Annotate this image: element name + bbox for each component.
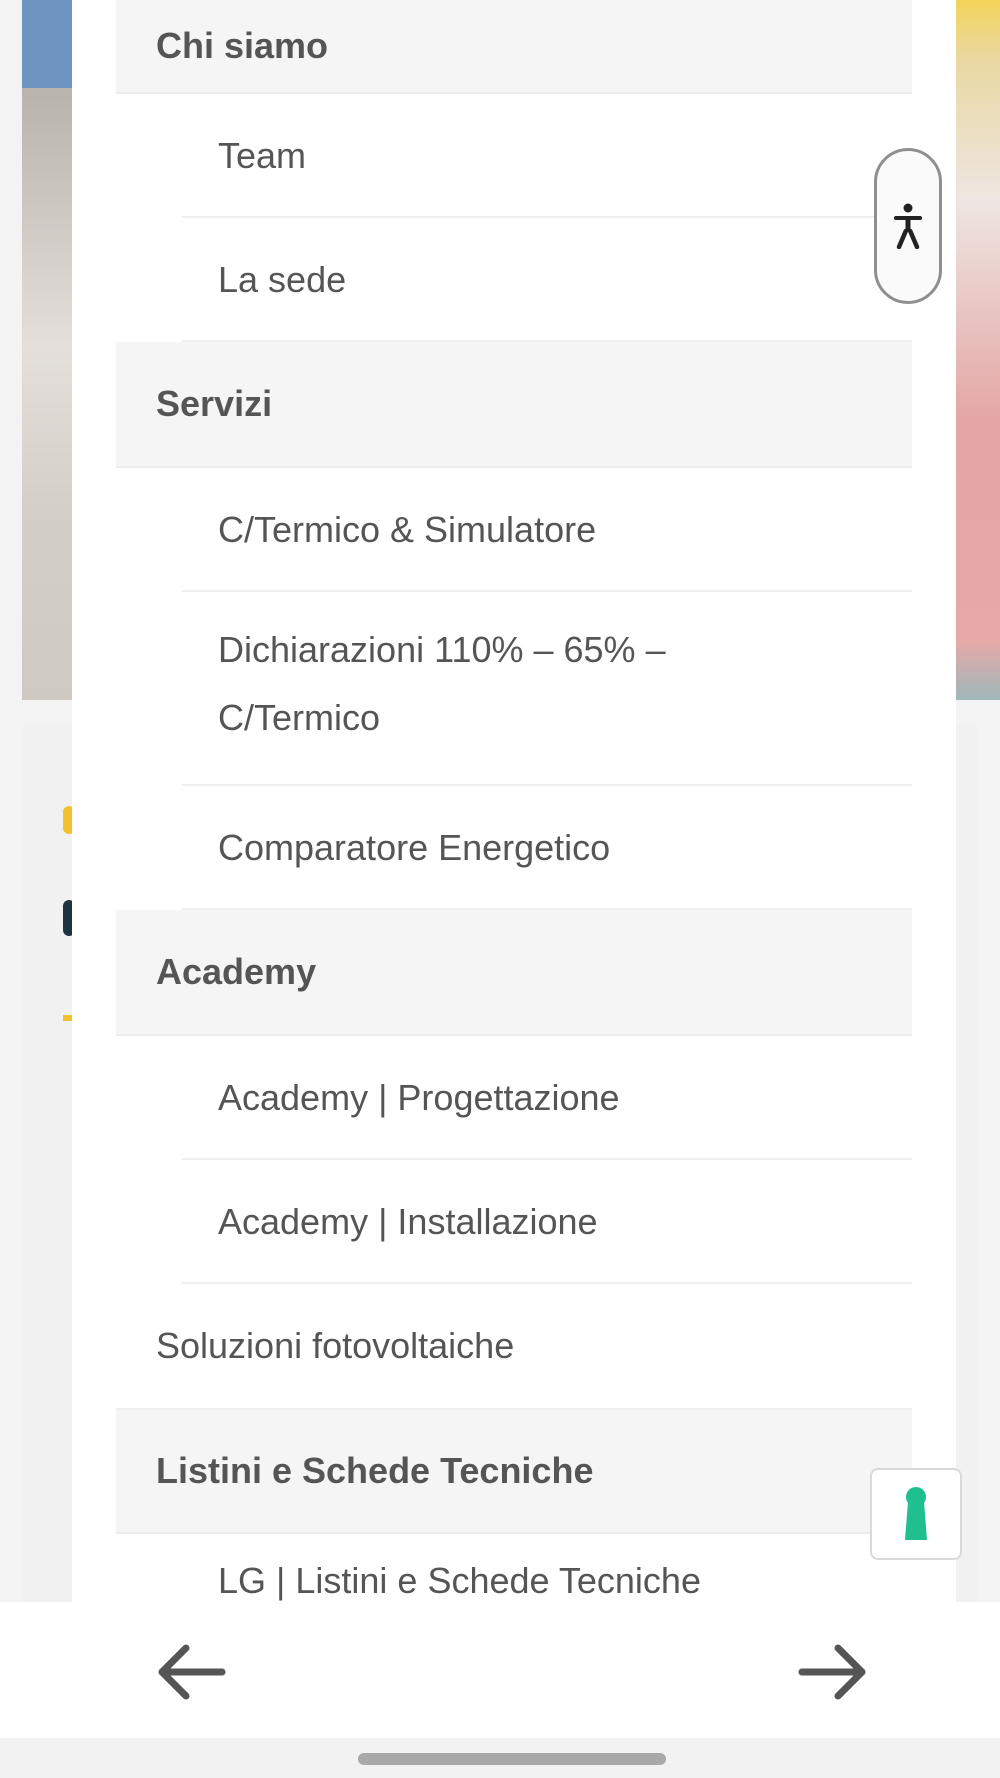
home-indicator[interactable] — [358, 1753, 666, 1765]
menu-item-soluzioni-fotovoltaiche[interactable]: Soluzioni fotovoltaiche — [116, 1284, 912, 1410]
accessibility-toggle-button[interactable] — [874, 148, 942, 304]
browser-back-button[interactable] — [146, 1632, 236, 1712]
menu-item-lg-listini[interactable]: LG | Listini e Schede Tecniche — [116, 1534, 912, 1602]
menu-item-label: Comparatore Energetico — [218, 827, 611, 868]
menu-section-chi-siamo[interactable]: Chi siamo — [116, 0, 912, 94]
arrow-left-icon — [158, 1644, 226, 1700]
menu-item-label: Academy | Progettazione — [218, 1077, 620, 1118]
menu-item-label: Academy — [156, 951, 317, 992]
hero-image-right-edge — [950, 0, 1000, 700]
browser-forward-button[interactable] — [788, 1632, 878, 1712]
menu-item-team[interactable]: Team — [116, 94, 912, 218]
arrow-right-icon — [798, 1644, 866, 1700]
menu-item-comparatore-energetico[interactable]: Comparatore Energetico — [116, 786, 912, 910]
menu-item-label: Soluzioni fotovoltaiche — [156, 1325, 515, 1366]
menu-item-academy-progettazione[interactable]: Academy | Progettazione — [116, 1036, 912, 1160]
privacy-widget-button[interactable] — [870, 1468, 962, 1560]
menu-item-academy-installazione[interactable]: Academy | Installazione — [116, 1160, 912, 1284]
menu-item-label: C/Termico & Simulatore — [218, 509, 597, 550]
hero-image-left-edge — [22, 88, 72, 700]
menu-item-label: Dichiarazioni 110% – 65% – C/Termico — [218, 629, 666, 738]
keyhole-icon — [905, 1487, 927, 1540]
navigation-menu: Chi siamo Team La sede Servizi C/Termico… — [72, 0, 956, 1602]
accessibility-person-icon — [894, 203, 922, 249]
menu-item-label: Chi siamo — [156, 25, 329, 66]
menu-item-label: Listini e Schede Tecniche — [156, 1450, 594, 1491]
menu-item-label: Servizi — [156, 383, 273, 424]
menu-item-label: Academy | Installazione — [218, 1201, 598, 1242]
menu-section-servizi[interactable]: Servizi — [116, 342, 912, 468]
menu-item-label: La sede — [218, 259, 347, 300]
menu-item-dichiarazioni[interactable]: Dichiarazioni 110% – 65% – C/Termico — [116, 592, 912, 786]
menu-item-label: Team — [218, 135, 307, 176]
menu-item-la-sede[interactable]: La sede — [116, 218, 912, 342]
menu-item-label: LG | Listini e Schede Tecniche — [218, 1560, 701, 1601]
menu-section-listini[interactable]: Listini e Schede Tecniche — [116, 1410, 912, 1534]
menu-item-c-termico-simulatore[interactable]: C/Termico & Simulatore — [116, 468, 912, 592]
menu-list: Chi siamo Team La sede Servizi C/Termico… — [116, 0, 912, 1602]
browser-toolbar — [0, 1602, 1000, 1738]
menu-section-academy[interactable]: Academy — [116, 910, 912, 1036]
